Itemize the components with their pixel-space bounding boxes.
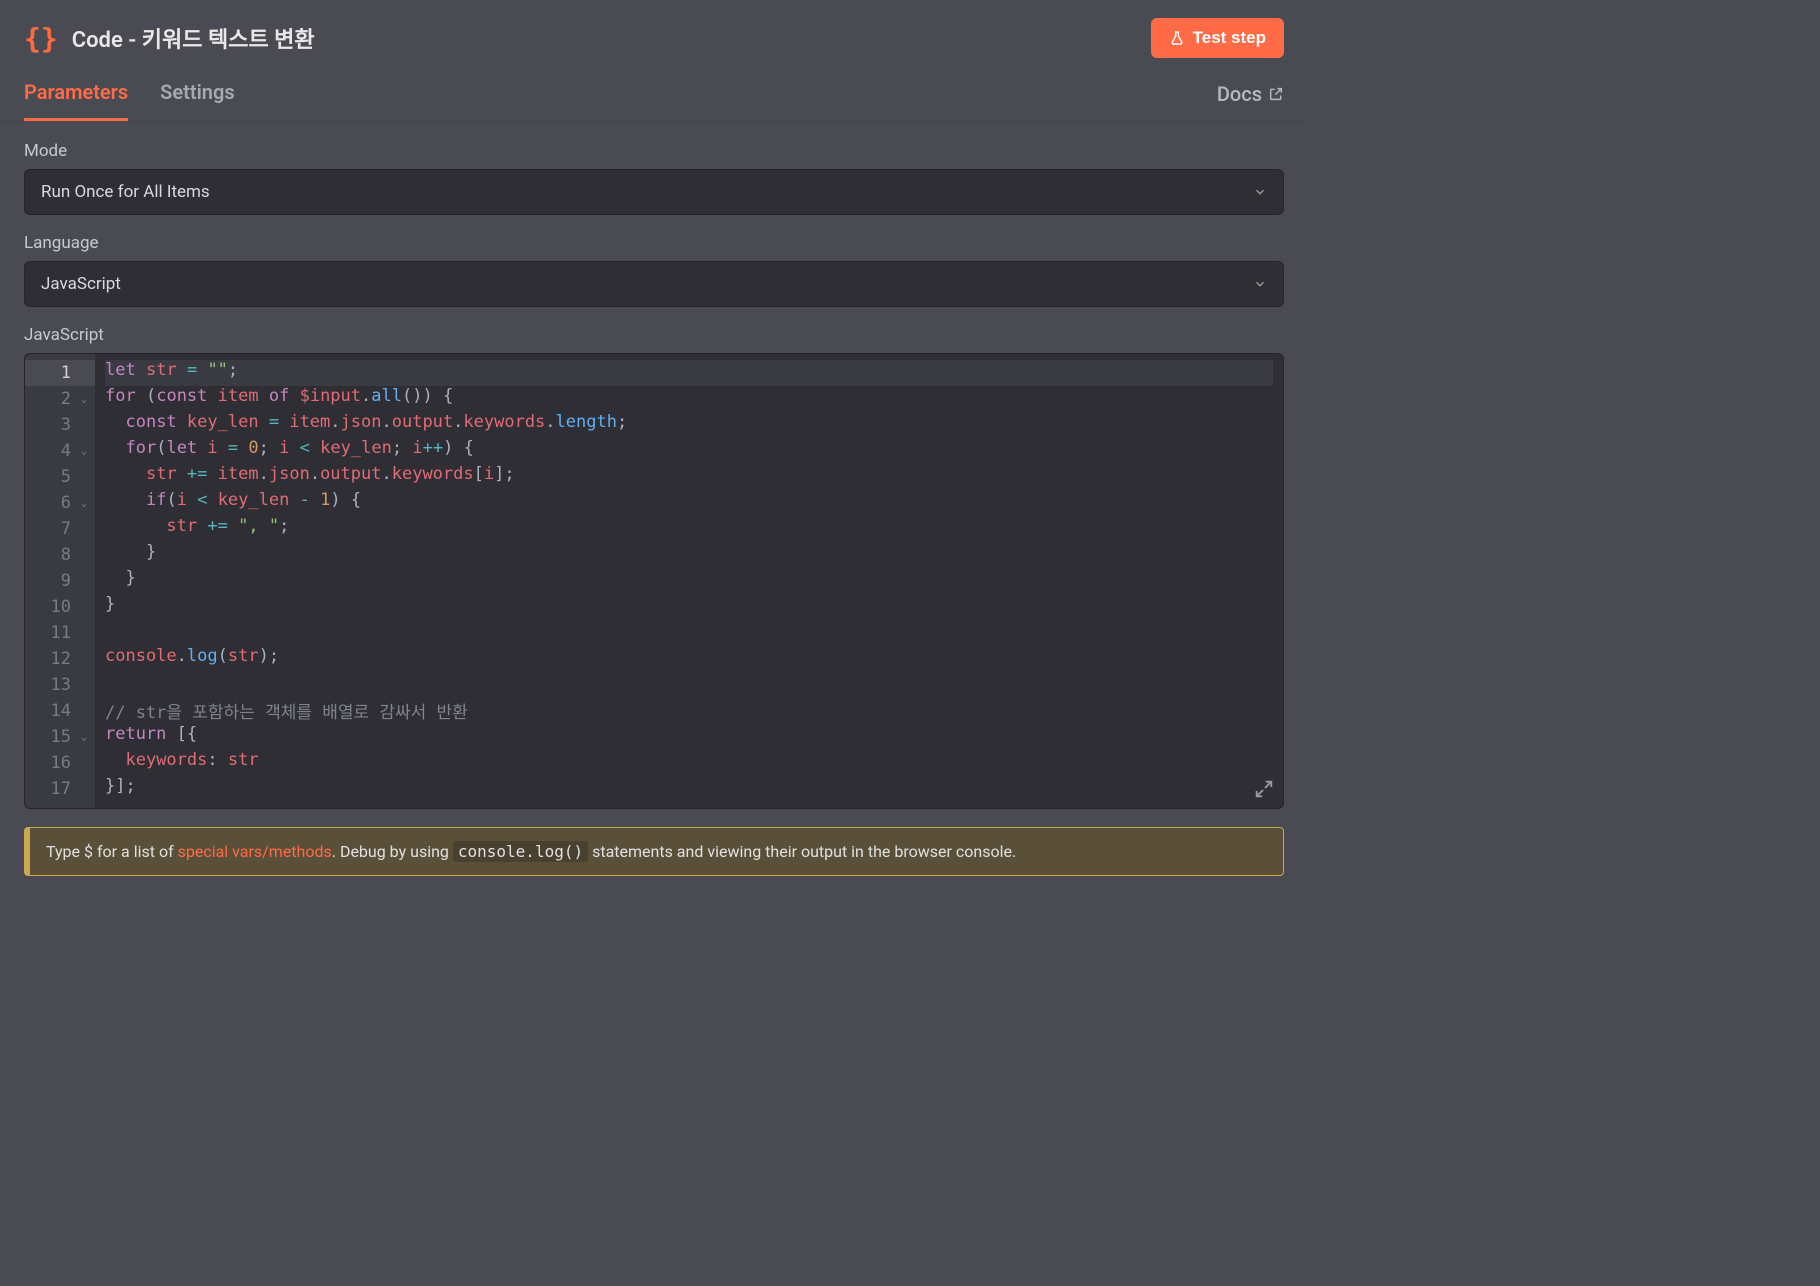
panel-header: {} Code - 키워드 텍스트 변환 Test step	[0, 0, 1308, 68]
tab-parameters[interactable]: Parameters	[24, 68, 128, 121]
external-link-icon	[1268, 86, 1284, 102]
language-field: Language JavaScript	[24, 233, 1284, 307]
code-braces-icon: {}	[24, 22, 58, 55]
code-line[interactable]: str += item.json.output.keywords[i];	[105, 464, 1273, 490]
code-line[interactable]	[105, 620, 1273, 646]
code-line[interactable]: for(let i = 0; i < key_len; i++) {	[105, 438, 1273, 464]
code-line[interactable]: let str = "";	[105, 360, 1273, 386]
editor-gutter: 12⌄34⌄56⌄789101112131415⌄1617	[25, 354, 95, 808]
chevron-down-icon	[1253, 277, 1267, 291]
hint-box: Type $ for a list of special vars/method…	[24, 827, 1284, 876]
code-line[interactable]: }	[105, 542, 1273, 568]
gutter-line: 17	[25, 776, 95, 802]
mode-field: Mode Run Once for All Items	[24, 141, 1284, 215]
code-line[interactable]: }];	[105, 776, 1273, 802]
code-line[interactable]: }	[105, 594, 1273, 620]
code-line[interactable]: return [{	[105, 724, 1273, 750]
gutter-line: 8	[25, 542, 95, 568]
gutter-line: 11	[25, 620, 95, 646]
gutter-line: 10	[25, 594, 95, 620]
tab-settings[interactable]: Settings	[160, 68, 234, 121]
hint-prefix: Type $ for a list of	[46, 842, 178, 861]
editor-code-area[interactable]: let str = "";for (const item of $input.a…	[95, 354, 1283, 808]
gutter-line: 13	[25, 672, 95, 698]
tabs-row: Parameters Settings Docs	[0, 68, 1308, 121]
docs-label: Docs	[1217, 82, 1262, 106]
code-line[interactable]: }	[105, 568, 1273, 594]
code-line[interactable]: keywords: str	[105, 750, 1273, 776]
mode-select[interactable]: Run Once for All Items	[24, 169, 1284, 215]
gutter-line: 5	[25, 464, 95, 490]
gutter-line: 4⌄	[25, 438, 95, 464]
hint-middle: . Debug by using	[332, 842, 453, 861]
test-step-button[interactable]: Test step	[1151, 18, 1284, 58]
language-select[interactable]: JavaScript	[24, 261, 1284, 307]
parameters-content: Mode Run Once for All Items Language Jav…	[0, 121, 1308, 924]
code-line[interactable]: str += ", ";	[105, 516, 1273, 542]
code-node-panel: {} Code - 키워드 텍스트 변환 Test step Parameter…	[0, 0, 1308, 924]
mode-label: Mode	[24, 141, 1284, 161]
test-step-label: Test step	[1193, 28, 1266, 48]
gutter-line: 6⌄	[25, 490, 95, 516]
hint-code: console.log()	[453, 841, 588, 862]
gutter-line: 12	[25, 646, 95, 672]
gutter-line: 1	[25, 360, 95, 386]
chevron-down-icon	[1253, 185, 1267, 199]
code-line[interactable]: console.log(str);	[105, 646, 1273, 672]
gutter-line: 3	[25, 412, 95, 438]
language-value: JavaScript	[41, 274, 121, 294]
gutter-line: 2⌄	[25, 386, 95, 412]
code-line[interactable]: const key_len = item.json.output.keyword…	[105, 412, 1273, 438]
gutter-line: 14	[25, 698, 95, 724]
code-label: JavaScript	[24, 325, 1284, 345]
hint-link[interactable]: special vars/methods	[178, 842, 332, 861]
header-left: {} Code - 키워드 텍스트 변환	[24, 22, 315, 55]
hint-suffix: statements and viewing their output in t…	[588, 842, 1016, 861]
code-line[interactable]: for (const item of $input.all()) {	[105, 386, 1273, 412]
panel-title: Code - 키워드 텍스트 변환	[72, 22, 315, 54]
flask-icon	[1169, 29, 1185, 47]
code-line[interactable]	[105, 672, 1273, 698]
gutter-line: 9	[25, 568, 95, 594]
gutter-line: 15⌄	[25, 724, 95, 750]
tabs: Parameters Settings	[24, 68, 235, 120]
gutter-line: 7	[25, 516, 95, 542]
docs-link[interactable]: Docs	[1217, 82, 1284, 106]
code-line[interactable]: // str을 포함하는 객체를 배열로 감싸서 반환	[105, 698, 1273, 724]
language-label: Language	[24, 233, 1284, 253]
code-line[interactable]: if(i < key_len - 1) {	[105, 490, 1273, 516]
code-field: JavaScript 12⌄34⌄56⌄789101112131415⌄1617…	[24, 325, 1284, 809]
code-editor[interactable]: 12⌄34⌄56⌄789101112131415⌄1617 let str = …	[24, 353, 1284, 809]
mode-value: Run Once for All Items	[41, 182, 210, 202]
gutter-line: 16	[25, 750, 95, 776]
expand-icon[interactable]	[1253, 778, 1275, 800]
